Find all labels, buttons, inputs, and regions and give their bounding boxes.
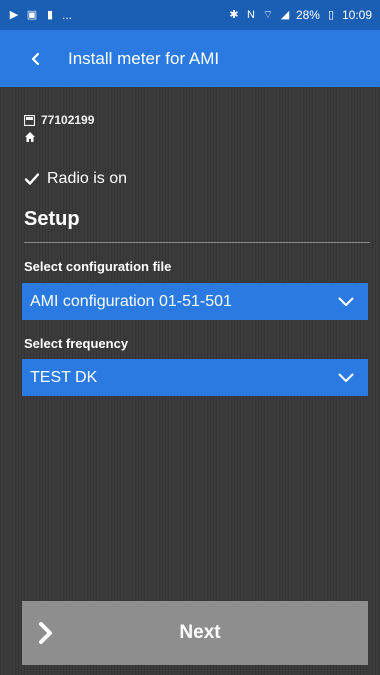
person-icon: ▮ [46, 9, 54, 21]
home-icon [25, 132, 35, 142]
signal-icon: ◢ [280, 9, 290, 21]
battery-percent: 28% [295, 8, 320, 22]
frequency-label: Select frequency [24, 336, 129, 351]
bluetooth-icon: ✱ [229, 9, 239, 21]
next-button[interactable]: Next [22, 601, 368, 665]
back-button[interactable] [14, 30, 58, 87]
meter-row: 77102199 [24, 113, 94, 127]
status-right: ✱ N ⌔ ◢ 28% ▯ 10:09 [228, 8, 372, 22]
status-left: ▶ ▣ ▮ ... [8, 8, 72, 22]
config-file-label: Select configuration file [24, 259, 172, 274]
wifi-icon: ⌔ [262, 9, 274, 21]
radio-status-row: Radio is on [24, 170, 127, 188]
chevron-right-icon [39, 622, 52, 644]
chevron-down-icon [338, 297, 354, 306]
config-file-select[interactable]: AMI configuration 01-51-501 [22, 283, 368, 320]
app-bar: Install meter for AMI [0, 30, 380, 87]
setup-heading: Setup [24, 208, 80, 230]
gallery-icon: ▣ [26, 9, 38, 21]
config-file-value: AMI configuration 01-51-501 [30, 292, 232, 310]
status-more-dots: ... [62, 8, 73, 22]
play-store-icon: ▶ [9, 9, 19, 21]
divider [24, 242, 370, 243]
page-title: Install meter for AMI [68, 48, 220, 68]
screen: ▶ ▣ ▮ ... ✱ N ⌔ ◢ 28% ▯ 10:09 Install me… [0, 0, 380, 675]
radio-status-text: Radio is on [47, 170, 128, 187]
meter-icon [24, 114, 35, 126]
chevron-down-icon [338, 373, 354, 382]
frequency-value: TEST DK [30, 368, 98, 386]
next-label: Next [179, 622, 221, 643]
nfc-icon: N [246, 9, 255, 21]
battery-icon: ▯ [327, 9, 334, 21]
check-icon [24, 173, 40, 185]
frequency-select[interactable]: TEST DK [22, 359, 368, 396]
meter-id: 77102199 [41, 113, 95, 127]
status-time: 10:09 [341, 8, 372, 22]
status-bar: ▶ ▣ ▮ ... ✱ N ⌔ ◢ 28% ▯ 10:09 [0, 0, 380, 30]
back-chevron-icon [31, 52, 40, 65]
